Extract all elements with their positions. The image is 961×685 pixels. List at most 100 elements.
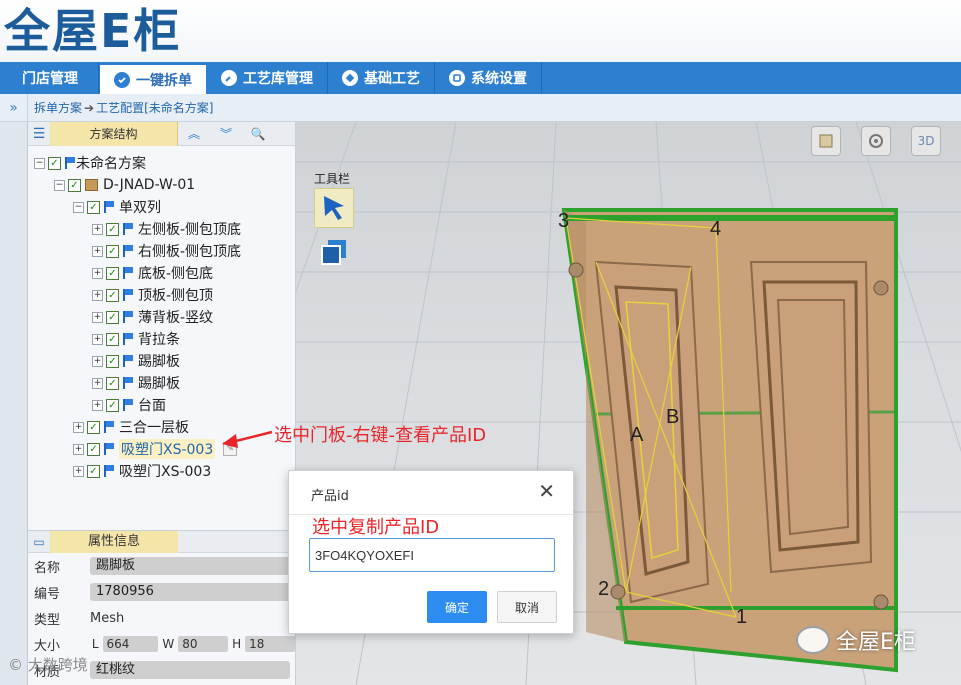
prop-code-field[interactable]: 1780956: [90, 583, 290, 601]
tree-label: 三合一层板: [119, 420, 189, 436]
tree-row-part[interactable]: + ✓ 顶板-侧包顶: [28, 284, 295, 306]
3d-view-icon[interactable]: 3D: [911, 126, 941, 156]
prop-name-field[interactable]: 踢脚板: [90, 557, 290, 575]
collapse-toggle-icon[interactable]: −: [73, 201, 84, 213]
expand-toggle-icon[interactable]: +: [92, 311, 103, 323]
point-label-2: 2: [598, 578, 610, 600]
size-w-label: W: [162, 637, 175, 651]
checkbox-checked[interactable]: ✓: [106, 244, 119, 258]
point-label-b: B: [666, 406, 680, 428]
nav-basic-craft[interactable]: 基础工艺: [328, 62, 435, 94]
nav-system-settings[interactable]: 系统设置: [435, 62, 542, 94]
breadcrumb-split-plan[interactable]: 拆单方案: [28, 99, 82, 116]
tree-row-part[interactable]: + ✓ 踢脚板: [28, 372, 295, 394]
breadcrumb-craft-config[interactable]: 工艺配置[未命名方案]: [96, 99, 213, 116]
tree-label: 踢脚板: [138, 354, 180, 370]
collapse-all-icon[interactable]: ︽: [178, 125, 210, 142]
cancel-button[interactable]: 取消: [497, 591, 557, 623]
expand-toggle-icon[interactable]: +: [92, 245, 103, 257]
cabinet-model[interactable]: [561, 208, 898, 673]
size-w-field[interactable]: 80: [178, 636, 229, 652]
expand-toggle-icon[interactable]: +: [73, 443, 84, 455]
search-icon[interactable]: 🔍: [242, 127, 274, 141]
checkbox-checked[interactable]: ✓: [106, 288, 119, 302]
tree-row-part[interactable]: + ✓ 底板-侧包底: [28, 262, 295, 284]
view-mode-icons: 3D: [811, 126, 941, 156]
tree-row-door-selected[interactable]: + ✓ 吸塑门XS-003 ✎: [28, 438, 295, 460]
copy-tool-button[interactable]: [314, 232, 354, 272]
select-tool-button[interactable]: [314, 188, 354, 228]
prop-key: 类型: [34, 612, 61, 628]
tree-row-part[interactable]: + ✓ 左侧板-侧包顶底: [28, 218, 295, 240]
tree-label: 左侧板-侧包顶底: [138, 222, 242, 238]
expand-toggle-icon[interactable]: +: [73, 421, 84, 433]
checkbox-checked[interactable]: ✓: [87, 200, 100, 214]
nav-craft-library[interactable]: 工艺库管理: [207, 62, 328, 94]
left-collapse-strip[interactable]: [0, 122, 28, 685]
logo: 全屋E柜: [4, 0, 181, 62]
edit-icon[interactable]: ✎: [223, 442, 238, 456]
flag-icon: [104, 465, 114, 477]
flag-icon: [123, 355, 133, 367]
tag-icon: [342, 70, 358, 86]
tree-row-part[interactable]: + ✓ 背拉条: [28, 328, 295, 350]
checkbox-checked[interactable]: ✓: [106, 222, 119, 236]
nav-one-click-split[interactable]: 一键拆单: [99, 64, 207, 94]
cabinet-view-icon[interactable]: [811, 126, 841, 156]
checkbox-checked[interactable]: ✓: [68, 178, 81, 192]
prop-row-code: 编号 1780956: [28, 579, 295, 605]
logo-text: 全屋E柜: [4, 4, 182, 58]
checkbox-checked[interactable]: ✓: [48, 156, 61, 170]
checkbox-checked[interactable]: ✓: [106, 354, 119, 368]
camera-view-icon[interactable]: [861, 126, 891, 156]
annotation-note-2: 选中复制产品ID: [312, 517, 440, 538]
prop-row-name: 名称 踢脚板: [28, 553, 295, 579]
size-h-field[interactable]: 18: [245, 636, 295, 652]
checkbox-checked[interactable]: ✓: [106, 266, 119, 280]
menu-icon[interactable]: ☰: [28, 126, 50, 142]
tree-row-group[interactable]: + ✓ 三合一层板: [28, 416, 295, 438]
tree-label: 底板-侧包底: [138, 266, 214, 282]
expand-toggle-icon[interactable]: +: [92, 377, 103, 389]
tree-label: 台面: [138, 398, 166, 414]
flag-icon: [123, 223, 133, 235]
checkbox-checked[interactable]: ✓: [106, 398, 119, 412]
checkbox-checked[interactable]: ✓: [87, 420, 100, 434]
panel-icon: ▭: [33, 534, 45, 549]
expand-toggle-icon[interactable]: +: [92, 355, 103, 367]
nav-store-management[interactable]: 门店管理: [0, 62, 99, 94]
checkbox-checked[interactable]: ✓: [106, 332, 119, 346]
expand-toggle-icon[interactable]: +: [73, 465, 84, 477]
size-l-field[interactable]: 664: [102, 636, 159, 652]
check-circle-icon: [114, 71, 130, 88]
expand-toggle-icon[interactable]: +: [92, 267, 103, 279]
expand-all-icon[interactable]: ︾: [210, 125, 242, 142]
tree-row-part[interactable]: + ✓ 薄背板-竖纹: [28, 306, 295, 328]
prop-material-field[interactable]: 红桃纹: [90, 661, 290, 679]
tree-label: 背拉条: [138, 332, 180, 348]
tree-row-group[interactable]: − ✓ 单双列: [28, 196, 295, 218]
expand-toggle-icon[interactable]: +: [92, 399, 103, 411]
tree-row-part[interactable]: + ✓ 台面: [28, 394, 295, 416]
tree-row-root[interactable]: − ✓ 未命名方案: [28, 152, 295, 174]
wechat-icon: [796, 626, 830, 654]
collapse-toggle-icon[interactable]: −: [34, 157, 45, 169]
property-header: ▭ 属性信息: [28, 530, 295, 553]
tree-row-part[interactable]: + ✓ 踢脚板: [28, 350, 295, 372]
collapse-toggle-icon[interactable]: −: [54, 179, 65, 191]
expand-toggle-icon[interactable]: +: [92, 289, 103, 301]
expand-toggle-icon[interactable]: +: [92, 223, 103, 235]
product-id-input[interactable]: [309, 538, 555, 572]
checkbox-checked[interactable]: ✓: [87, 442, 100, 456]
tree-row-cabinet[interactable]: − ✓ D-JNAD-W-01: [28, 174, 295, 196]
product-id-dialog: 产品id ✕ 确定 取消: [288, 470, 574, 634]
checkbox-checked[interactable]: ✓: [87, 464, 100, 478]
tree-row-door[interactable]: + ✓ 吸塑门XS-003: [28, 460, 295, 482]
expand-toggle-icon[interactable]: +: [92, 333, 103, 345]
close-icon[interactable]: ✕: [538, 481, 555, 501]
checkbox-checked[interactable]: ✓: [106, 376, 119, 390]
confirm-button[interactable]: 确定: [427, 591, 487, 623]
checkbox-checked[interactable]: ✓: [106, 310, 119, 324]
tree-row-part[interactable]: + ✓ 右侧板-侧包顶底: [28, 240, 295, 262]
expand-sidebar-icon[interactable]: »: [0, 93, 28, 122]
